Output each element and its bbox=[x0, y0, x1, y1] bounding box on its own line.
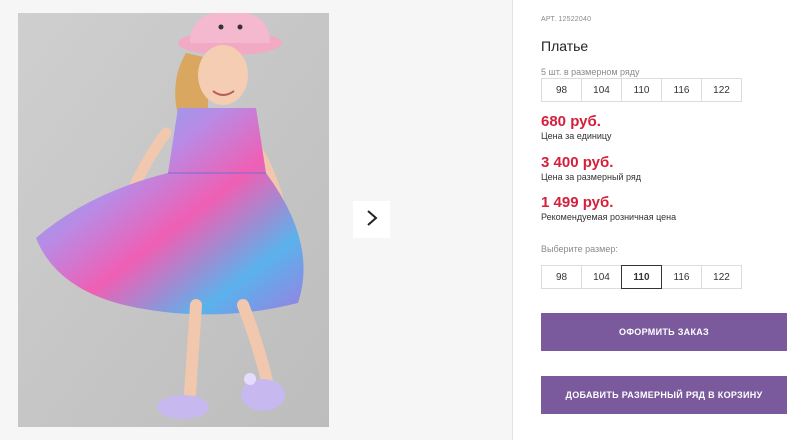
product-page: АРТ. 12522040 Платье 5 шт. в размерном р… bbox=[0, 0, 800, 440]
product-gallery bbox=[0, 0, 512, 440]
size-range-list: 98 104 110 116 122 bbox=[541, 78, 742, 102]
add-range-to-cart-button[interactable]: Добавить размерный ряд в корзину bbox=[541, 376, 787, 414]
size-picker-caption: Выберите размер: bbox=[541, 244, 618, 254]
product-info: АРТ. 12522040 Платье 5 шт. в размерном р… bbox=[541, 0, 791, 440]
product-title: Платье bbox=[541, 38, 589, 54]
unit-price: 680 руб. bbox=[541, 113, 601, 130]
range-price: 3 400 руб. bbox=[541, 154, 614, 171]
size-option-selected[interactable]: 110 bbox=[621, 265, 662, 289]
unit-price-label: Цена за единицу bbox=[541, 131, 612, 141]
size-option[interactable]: 98 bbox=[541, 265, 582, 289]
retail-price-label: Рекомендуемая розничная цена bbox=[541, 212, 677, 222]
size-range-caption: 5 шт. в размерном ряду bbox=[541, 67, 640, 77]
size-range-item: 122 bbox=[701, 78, 742, 102]
size-option[interactable]: 122 bbox=[701, 265, 742, 289]
next-image-button[interactable] bbox=[353, 201, 390, 238]
size-option[interactable]: 116 bbox=[661, 265, 702, 289]
product-sku: АРТ. 12522040 bbox=[541, 16, 592, 23]
size-range-item: 104 bbox=[581, 78, 622, 102]
size-range-item: 116 bbox=[661, 78, 702, 102]
product-photo[interactable] bbox=[18, 13, 329, 427]
retail-price: 1 499 руб. bbox=[541, 194, 614, 211]
panel-divider bbox=[512, 0, 513, 440]
range-price-label: Цена за размерный ряд bbox=[541, 172, 642, 182]
size-range-item: 110 bbox=[621, 78, 662, 102]
size-option[interactable]: 104 bbox=[581, 265, 622, 289]
size-picker: 98 104 110 116 122 bbox=[541, 265, 742, 289]
order-button[interactable]: Оформить заказ bbox=[541, 313, 787, 351]
chevron-right-icon bbox=[366, 209, 378, 230]
size-range-item: 98 bbox=[541, 78, 582, 102]
